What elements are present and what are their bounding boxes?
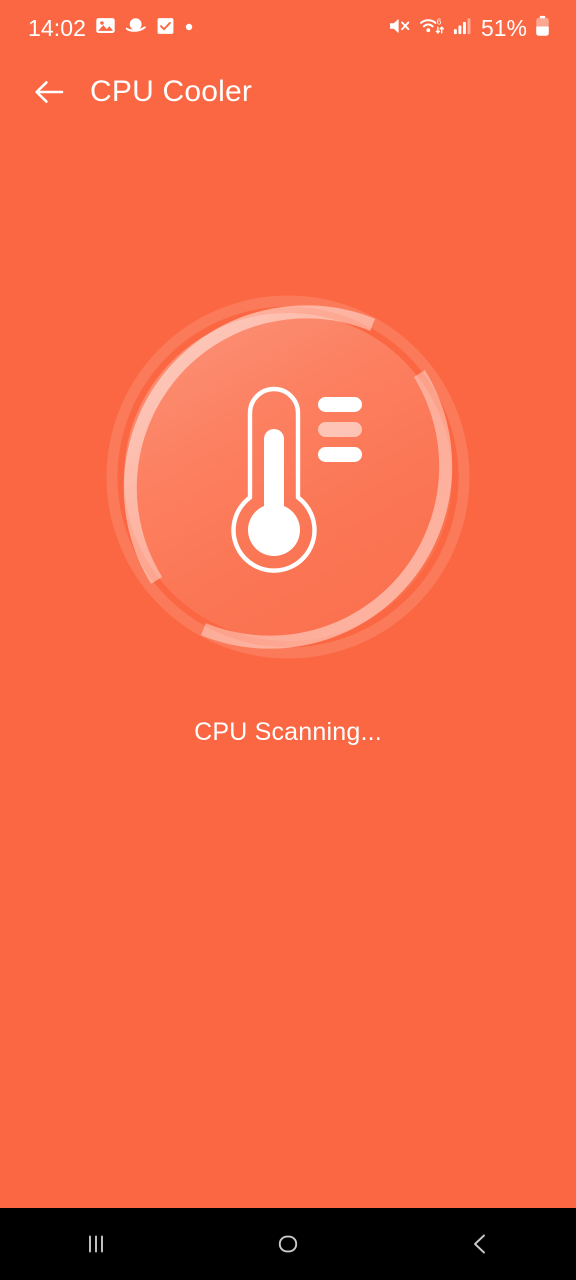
cellular-signal-icon (453, 16, 473, 41)
battery-percent-label: 51% (480, 14, 527, 41)
status-bar: 14:02 6 51% (0, 0, 576, 56)
scan-area: CPU Scanning... (0, 128, 576, 1206)
app-bar: CPU Cooler (0, 56, 576, 128)
mute-icon (387, 15, 411, 42)
planet-icon (125, 15, 147, 41)
status-clock: 14:02 (28, 14, 87, 41)
back-arrow-icon[interactable] (28, 71, 70, 113)
scan-graphic-inner (98, 287, 478, 667)
photo-icon (95, 15, 116, 41)
battery-icon (535, 15, 550, 42)
page-title: CPU Cooler (90, 75, 253, 108)
svg-text:6: 6 (437, 17, 442, 26)
home-button[interactable] (228, 1208, 348, 1280)
checkbox-icon (156, 16, 175, 41)
status-bar-right: 6 51% (387, 15, 550, 42)
thermometer-icon (194, 375, 384, 585)
scan-status-text: CPU Scanning... (194, 718, 382, 746)
recents-button[interactable] (36, 1208, 156, 1280)
status-bar-left: 14:02 (28, 15, 194, 41)
system-nav-bar (0, 1208, 576, 1280)
phone-screen: 14:02 6 51% CPU Cooler CPU Scanning... (0, 0, 576, 1280)
dot-icon (184, 19, 194, 37)
nav-back-button[interactable] (420, 1208, 540, 1280)
wifi-6-icon: 6 (419, 15, 445, 42)
